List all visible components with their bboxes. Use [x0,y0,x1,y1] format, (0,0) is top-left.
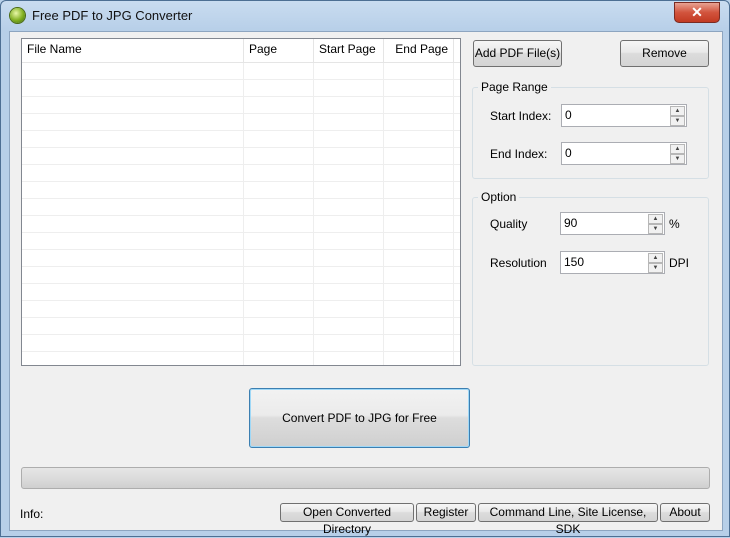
spin-down-icon[interactable]: ▼ [648,263,663,273]
quality-value[interactable]: 90 [564,216,577,230]
client-area: File Name Page Count Start Page End Page… [9,31,723,536]
title-bar[interactable]: Free PDF to JPG Converter ✕ [1,1,729,31]
app-icon [10,8,25,23]
option-group: Option Quality 90 ▲ ▼ % Resolution 150 ▲… [472,190,709,366]
convert-button[interactable]: Convert PDF to JPG for Free [249,388,470,448]
spin-down-icon[interactable]: ▼ [670,154,685,164]
resolution-unit: DPI [669,256,690,270]
spin-up-icon[interactable]: ▲ [670,106,685,116]
spin-down-icon[interactable]: ▼ [648,224,663,234]
column-page-count[interactable]: Page Count [244,39,314,77]
command-line-license-sdk-button[interactable]: Command Line, Site License, SDK [478,503,658,536]
file-list-header: File Name Page Count Start Page End Page [22,39,460,77]
file-list-body[interactable] [22,63,460,365]
window-title: Free PDF to JPG Converter [32,8,193,23]
quality-unit: % [669,217,680,231]
end-index-label: End Index: [490,147,548,161]
end-index-spinner[interactable]: 0 ▲ ▼ [561,142,687,165]
close-button[interactable]: ✕ [674,2,720,23]
page-range-group: Page Range Start Index: 0 ▲ ▼ End Index:… [472,80,709,179]
spin-down-icon[interactable]: ▼ [670,116,685,126]
end-index-value[interactable]: 0 [565,146,572,160]
about-button[interactable]: About [660,503,710,522]
option-label: Option [478,190,520,204]
grid-line [243,63,244,365]
grid-line [313,63,314,365]
add-pdf-files-button[interactable]: Add PDF File(s) [473,40,562,67]
resolution-value[interactable]: 150 [564,255,584,269]
column-file-name[interactable]: File Name [22,39,244,62]
resolution-spinner[interactable]: 150 ▲ ▼ [560,251,665,274]
open-converted-directory-button[interactable]: Open Converted Directory [280,503,414,536]
start-index-value[interactable]: 0 [565,108,572,122]
grid-line [453,63,454,365]
quality-label: Quality [490,217,528,231]
spinner-arrows: ▲ ▼ [648,214,663,234]
file-list[interactable]: File Name Page Count Start Page End Page [21,38,461,366]
grid-line [383,63,384,365]
spin-up-icon[interactable]: ▲ [648,214,663,224]
start-index-spinner[interactable]: 0 ▲ ▼ [561,104,687,127]
column-end-page[interactable]: End Page [384,39,454,62]
spinner-arrows: ▲ ▼ [670,106,685,126]
spin-up-icon[interactable]: ▲ [648,253,663,263]
quality-spinner[interactable]: 90 ▲ ▼ [560,212,665,235]
column-start-page[interactable]: Start Page [314,39,384,62]
start-index-label: Start Index: [490,109,552,123]
progress-bar [21,467,710,489]
page-range-label: Page Range [478,80,551,94]
register-button[interactable]: Register [416,503,476,522]
resolution-label: Resolution [490,256,547,270]
spinner-arrows: ▲ ▼ [670,144,685,164]
app-window: Free PDF to JPG Converter ✕ File Name Pa… [0,0,730,537]
spinner-arrows: ▲ ▼ [648,253,663,273]
spin-up-icon[interactable]: ▲ [670,144,685,154]
remove-button[interactable]: Remove [620,40,709,67]
info-label: Info: [20,507,44,521]
